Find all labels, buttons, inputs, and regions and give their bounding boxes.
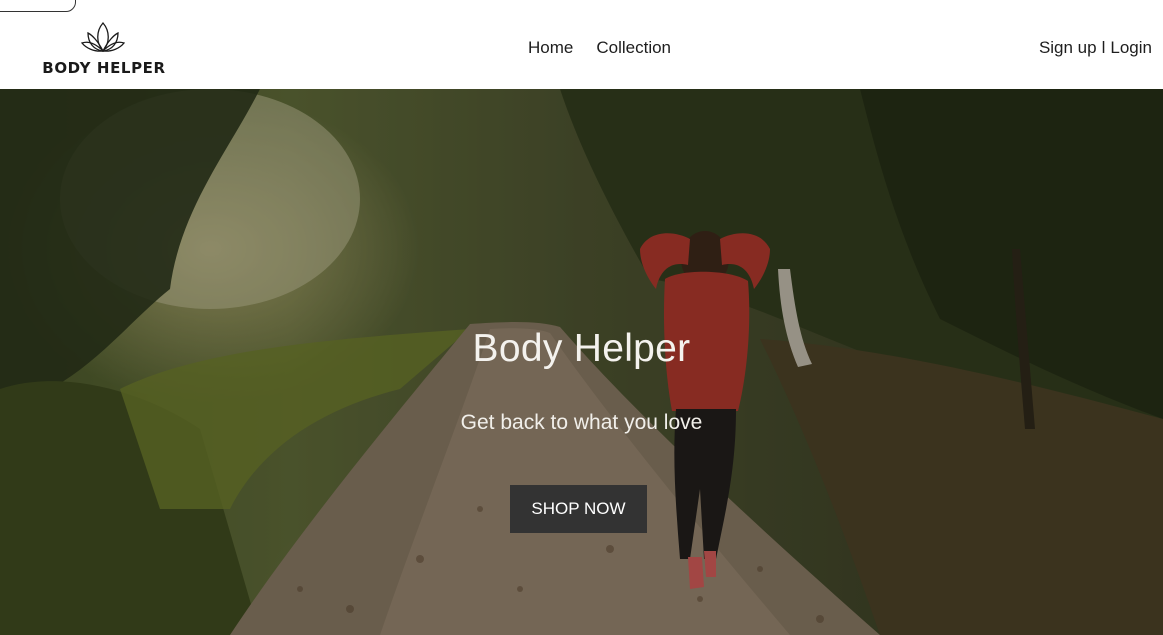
main-nav: Home Collection <box>528 38 671 58</box>
lotus-icon <box>80 22 126 52</box>
hero-banner: Body Helper Get back to what you love SH… <box>0 89 1163 635</box>
perf-unit: ms <box>36 0 49 11</box>
shop-now-button[interactable]: SHOP NOW <box>510 485 647 533</box>
signup-link[interactable]: Sign up <box>1039 38 1097 58</box>
perf-count: ×7 <box>53 0 66 11</box>
site-header: BODY HELPER Home Collection Sign up l Lo… <box>0 0 1163 89</box>
brand-logo[interactable]: BODY HELPER <box>32 19 176 79</box>
perf-value: 156.6 <box>0 0 32 11</box>
auth-separator: l <box>1101 38 1106 57</box>
hero-subtitle: Get back to what you love <box>460 411 703 434</box>
nav-home-link[interactable]: Home <box>528 38 573 58</box>
hero-title: Body Helper <box>472 327 691 370</box>
login-link[interactable]: Login <box>1110 38 1152 58</box>
perf-debug-badge: 156.6 ms ×7 <box>0 0 76 12</box>
auth-links: Sign up l Login <box>1039 38 1152 58</box>
nav-collection-link[interactable]: Collection <box>596 38 671 58</box>
brand-name: BODY HELPER <box>42 59 166 77</box>
